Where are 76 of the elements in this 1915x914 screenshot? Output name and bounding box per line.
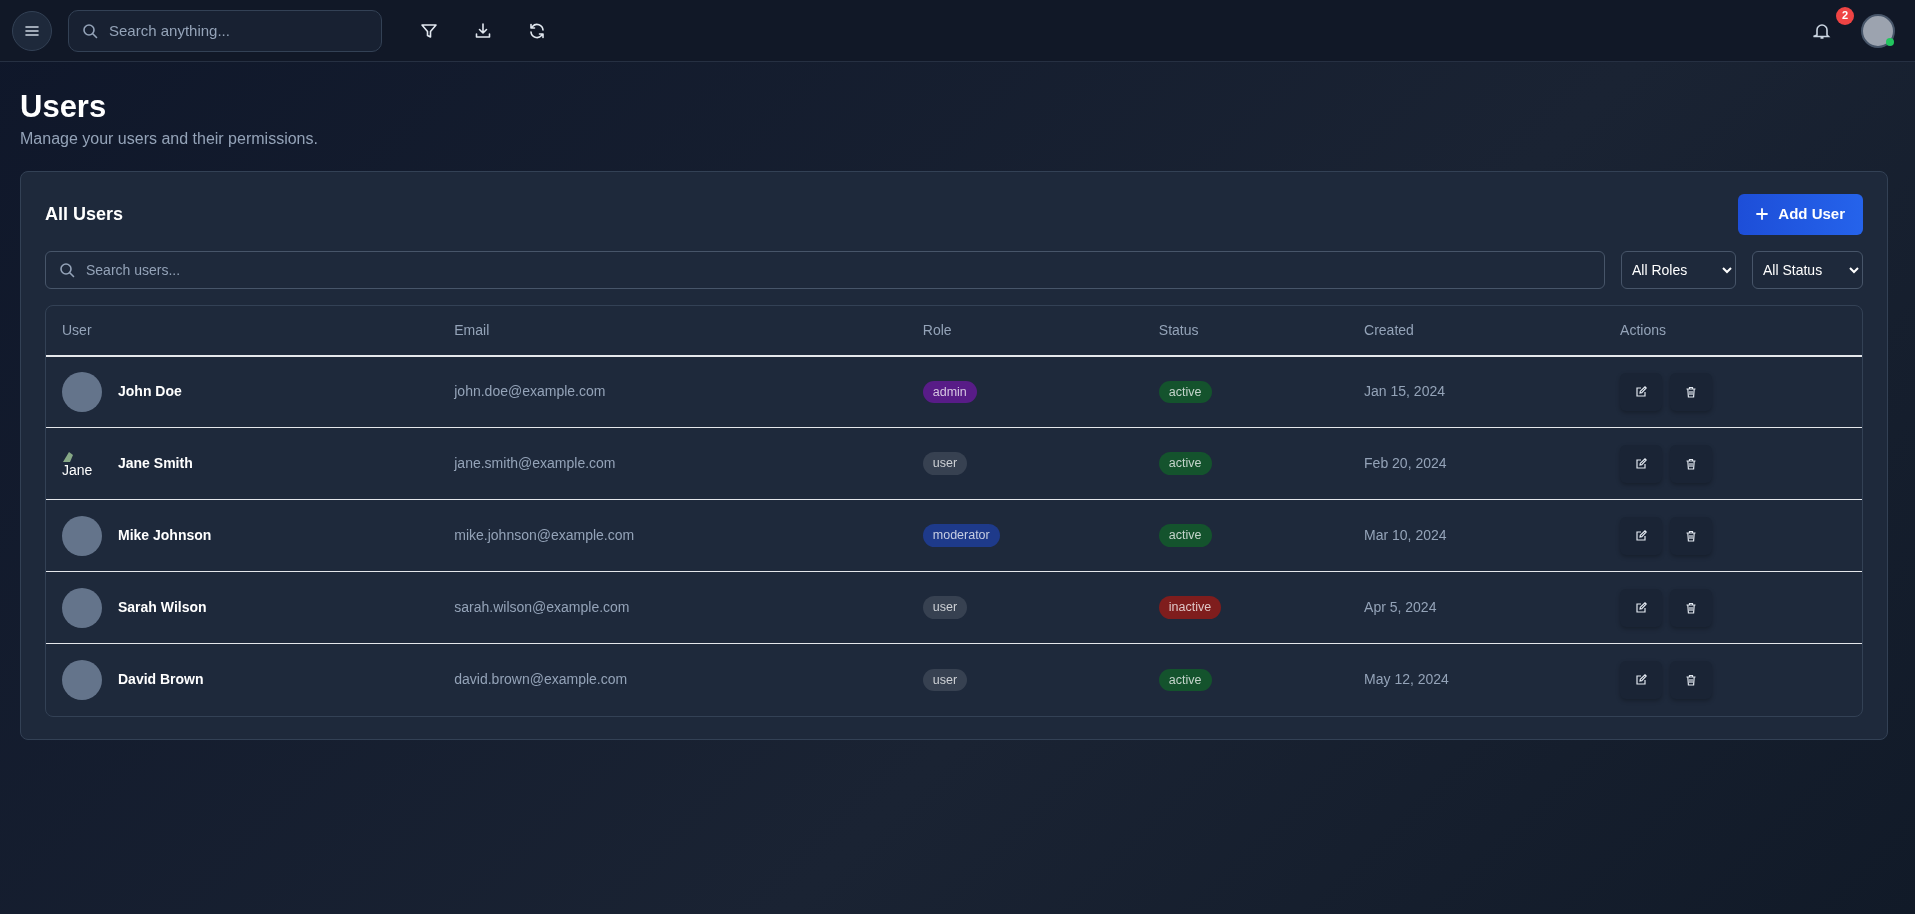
edit-icon (1635, 385, 1648, 398)
created-date: Feb 20, 2024 (1364, 455, 1447, 472)
filter-select[interactable]: All Roles (1621, 250, 1736, 289)
status-tag: active (1158, 380, 1212, 404)
page-subtitle: Manage your users and their permissions. (20, 129, 319, 150)
trash-icon (1685, 529, 1698, 542)
page-title: Users (20, 88, 108, 126)
avatar-photo-placeholder (62, 515, 102, 556)
created-date: Mar 10, 2024 (1364, 527, 1447, 544)
delete-button[interactable] (1670, 588, 1713, 627)
avatar-photo-placeholder (62, 371, 102, 412)
user-email: mike.johnson@example.com (454, 527, 635, 544)
trash-icon (1685, 601, 1698, 614)
edit-icon (1635, 673, 1648, 686)
user-name: John Doe (118, 382, 182, 402)
download-icon (474, 21, 492, 40)
edit-icon (1635, 457, 1648, 470)
menu-icon (25, 24, 39, 37)
search-field[interactable]: Search anything... (68, 9, 382, 52)
refresh-icon (528, 21, 546, 40)
role-tag: user (922, 452, 968, 476)
edit-icon (1635, 529, 1648, 542)
edit-button[interactable] (1620, 444, 1663, 483)
avatar-photo-placeholder (62, 587, 102, 628)
edit-button[interactable] (1620, 588, 1663, 627)
user-email: david.brown@example.com (454, 671, 628, 688)
user-email: jane.smith@example.com (454, 455, 616, 472)
user-name: David Brown (118, 670, 204, 690)
user-name: Jane Smith (118, 454, 193, 474)
card-title: All Users (45, 202, 124, 226)
menu-button[interactable] (12, 10, 52, 51)
search-icon (59, 261, 75, 278)
role-tag: user (922, 668, 968, 692)
delete-button[interactable] (1670, 660, 1713, 699)
created-date: Jan 15, 2024 (1364, 383, 1445, 400)
user-name: Sarah Wilson (118, 598, 207, 618)
bell-icon (1813, 21, 1831, 40)
edit-button[interactable] (1620, 372, 1663, 411)
column-header: Actions (1604, 305, 1862, 356)
edit-button[interactable] (1620, 516, 1663, 555)
role-tag: user (922, 596, 968, 620)
user-name: Mike Johnson (118, 526, 212, 546)
status-tag: active (1158, 452, 1212, 476)
status-tag: active (1158, 668, 1212, 692)
edit-button[interactable] (1620, 660, 1663, 699)
plus-icon (1756, 208, 1769, 221)
column-header: Status (1142, 305, 1349, 356)
trash-icon (1685, 457, 1698, 470)
column-header: User (46, 305, 439, 356)
created-date: May 12, 2024 (1364, 671, 1449, 688)
search-icon (82, 22, 98, 39)
user-email: john.doe@example.com (454, 383, 606, 400)
profile-avatar[interactable] (1861, 13, 1895, 48)
column-header: Created (1348, 305, 1605, 356)
user-email: sarah.wilson@example.com (454, 599, 630, 616)
trash-icon (1685, 385, 1698, 398)
delete-button[interactable] (1670, 516, 1713, 555)
created-date: Apr 5, 2024 (1364, 599, 1437, 616)
delete-button[interactable] (1670, 444, 1713, 483)
add-user-button[interactable]: Add User (1738, 194, 1863, 235)
avatar-alt-text: Jane (62, 462, 93, 477)
user-search-field[interactable]: Search users... (45, 250, 1605, 289)
edit-icon (1635, 601, 1648, 614)
role-tag: admin (922, 380, 977, 404)
status-tag: active (1158, 524, 1212, 548)
delete-button[interactable] (1670, 372, 1713, 411)
filter-select[interactable]: All Status (1752, 250, 1863, 289)
role-tag: moderator (922, 524, 1000, 548)
status-tag: inactive (1158, 596, 1222, 620)
column-header: Role (906, 305, 1143, 356)
notification-count: 2 (1836, 6, 1854, 25)
column-header: Email (438, 305, 907, 356)
trash-icon (1685, 673, 1698, 686)
avatar-photo-placeholder (62, 659, 102, 700)
filter-icon (420, 21, 438, 40)
broken-image-icon (62, 450, 76, 463)
